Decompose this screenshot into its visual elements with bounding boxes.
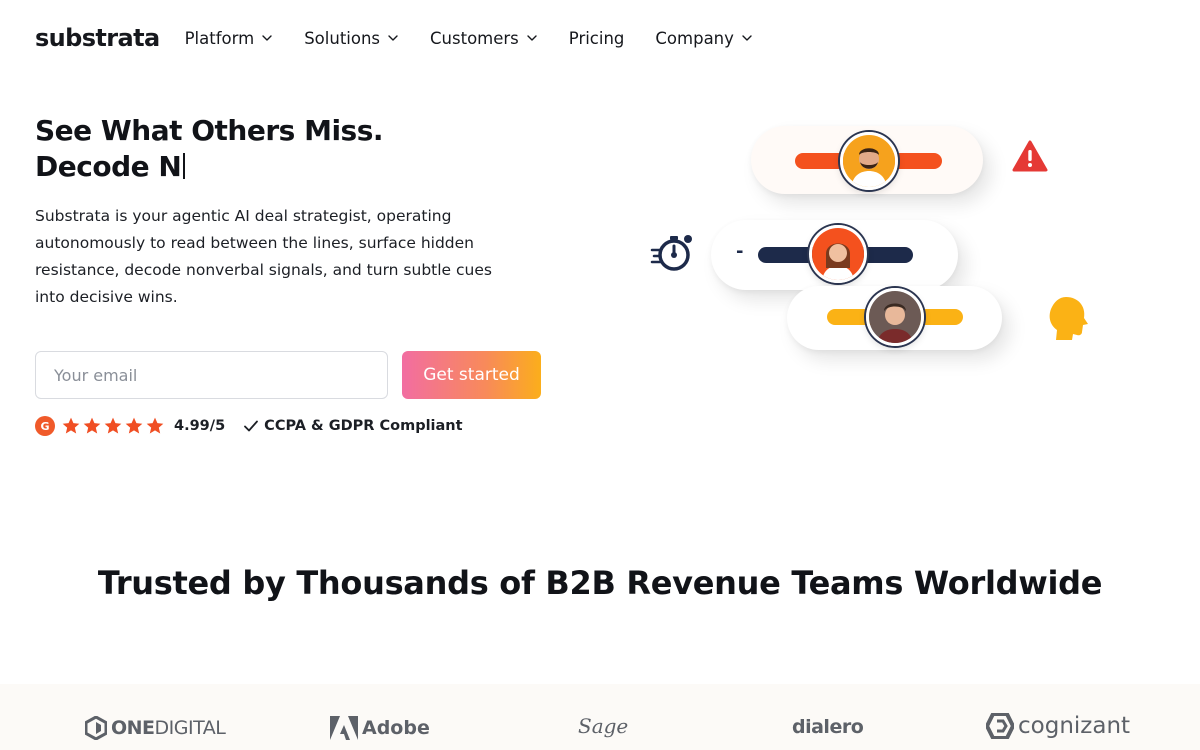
rating-score: 4.99/5 — [174, 418, 226, 434]
star-icon — [83, 417, 101, 434]
nav-item-label: Platform — [184, 28, 255, 48]
chevron-down-icon — [741, 32, 753, 44]
customer-logos: ONE DIGITAL Adobe Sage dialero cognizant — [0, 684, 1200, 750]
nav-item-pricing[interactable]: Pricing — [569, 29, 625, 48]
warning-icon — [1012, 140, 1048, 172]
star-icon — [104, 417, 122, 434]
adobe-logo: Adobe — [330, 716, 430, 740]
cognizant-logo: cognizant — [986, 713, 1130, 739]
email-input[interactable] — [35, 351, 388, 399]
cognizant-text: cognizant — [1018, 713, 1131, 739]
hero-title-line-1: See What Others Miss. — [35, 114, 384, 147]
trusted-heading: Trusted by Thousands of B2B Revenue Team… — [97, 564, 1103, 602]
hero-title: See What Others Miss. Decode N — [35, 113, 384, 185]
star-rating — [61, 416, 166, 436]
typing-caret — [183, 153, 186, 179]
onedigital-bold: ONE — [111, 717, 155, 739]
minus-sign: - — [736, 241, 744, 262]
avatar-man-bearded — [840, 132, 898, 190]
hero-description: Substrata is your agentic AI deal strate… — [35, 207, 492, 306]
nav-item-label: Solutions — [304, 28, 381, 48]
top-nav: substrata Platform Solutions Customers P… — [35, 18, 784, 58]
g2-logo-icon: G — [35, 416, 55, 436]
nav-item-company[interactable]: Company — [655, 29, 753, 48]
checkmark-icon — [244, 420, 259, 432]
compliance-text: CCPA & GDPR Compliant — [264, 418, 463, 434]
nav-item-label: Company — [655, 28, 734, 48]
rating-row: G 4.99/5 CCPA & GDPR Compliant — [35, 414, 463, 438]
hero-title-line-2: Decode N — [35, 149, 383, 185]
cognizant-mark-icon — [986, 713, 1014, 739]
avatar-woman-smiling — [809, 225, 867, 283]
onedigital-mark-icon — [85, 716, 107, 740]
dialero-logo: dialero — [792, 716, 864, 738]
star-icon — [62, 417, 80, 434]
sage-text: Sage — [578, 714, 629, 738]
stopwatch-icon — [650, 235, 692, 271]
nav-item-label: Pricing — [568, 28, 625, 48]
hero-illustration: - — [600, 100, 1120, 420]
nav-item-solutions[interactable]: Solutions — [304, 29, 399, 48]
nav-item-label: Customers — [430, 28, 519, 48]
sage-logo: Sage — [578, 714, 628, 738]
onedigital-thin: DIGITAL — [154, 717, 226, 739]
adobe-text: Adobe — [362, 717, 430, 739]
head-profile-icon — [1049, 297, 1088, 340]
nav-item-platform[interactable]: Platform — [185, 29, 274, 48]
dialero-text: dialero — [792, 716, 864, 738]
adobe-mark-icon — [330, 716, 358, 740]
get-started-button[interactable]: Get started — [402, 351, 541, 399]
star-icon — [146, 417, 164, 434]
hero-typing-text: Decode N — [35, 150, 182, 183]
chevron-down-icon — [261, 32, 273, 44]
onedigital-logo: ONE DIGITAL — [85, 716, 226, 740]
chevron-down-icon — [526, 32, 538, 44]
chevron-down-icon — [387, 32, 399, 44]
nav-item-customers[interactable]: Customers — [430, 29, 538, 48]
substrata-logo[interactable]: substrata — [35, 24, 160, 52]
star-icon — [125, 417, 143, 434]
avatar-man-portrait — [866, 288, 924, 346]
